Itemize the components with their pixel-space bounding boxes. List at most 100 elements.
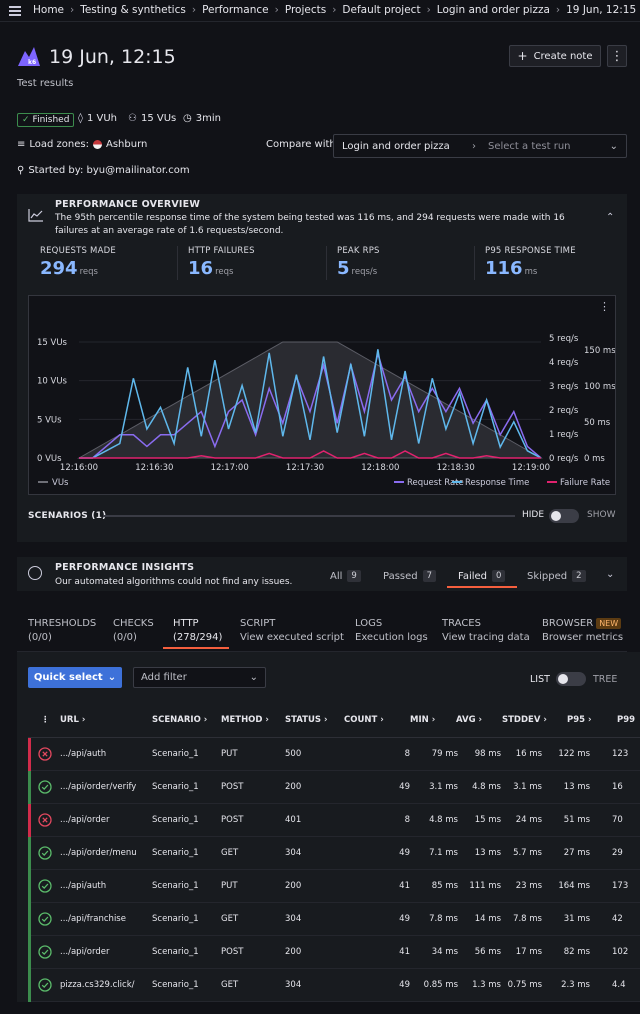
cell-p99: 42 bbox=[612, 914, 623, 924]
scenarios-divider bbox=[103, 515, 515, 517]
compare-select[interactable]: Login and order pizza › Select a test ru… bbox=[333, 134, 627, 158]
cell-url: pizza.cs329.click/ bbox=[60, 980, 135, 990]
tab-thresholds[interactable]: THRESHOLDS (0/0) bbox=[28, 617, 96, 645]
list-label: LIST bbox=[530, 674, 550, 685]
breadcrumb-testing[interactable]: Testing & synthetics bbox=[80, 4, 186, 16]
chart-menu-icon: ⋮ bbox=[599, 300, 610, 313]
insights-tab-all[interactable]: All 9 bbox=[330, 570, 361, 582]
table-row[interactable]: .../api/auth Scenario_1 PUT 200 41 85 ms 111 m… bbox=[28, 870, 640, 903]
table-row[interactable]: .../api/order Scenario_1 POST 401 8 4.8 ms 15 … bbox=[28, 804, 640, 837]
breadcrumb-test[interactable]: Login and order pizza bbox=[437, 4, 550, 16]
cell-method: POST bbox=[221, 815, 244, 825]
expand-chevron-icon[interactable]: ⌄ bbox=[606, 569, 614, 580]
compare-run-select[interactable]: Select a test run bbox=[488, 141, 571, 152]
cell-method: GET bbox=[221, 914, 239, 924]
error-circle-icon bbox=[38, 747, 52, 761]
insights-tab-passed[interactable]: Passed 7 bbox=[383, 570, 437, 582]
column-menu-icon[interactable]: ⋮ bbox=[41, 715, 50, 725]
col-p99[interactable]: P99 bbox=[617, 715, 635, 725]
table-row[interactable]: .../api/order Scenario_1 POST 200 41 34 ms 56 … bbox=[28, 936, 640, 969]
stat-p95: P95 RESPONSE TIME 116 ms bbox=[485, 246, 576, 279]
check-circle-icon bbox=[38, 879, 52, 893]
col-avg[interactable]: AVG › bbox=[456, 715, 482, 725]
tab-traces[interactable]: TRACES View tracing data bbox=[442, 617, 530, 645]
cell-method: POST bbox=[221, 947, 244, 957]
tab-http[interactable]: HTTP (278/294) bbox=[173, 617, 222, 645]
col-count[interactable]: COUNT › bbox=[344, 715, 384, 725]
users-icon: ⚇ bbox=[128, 113, 137, 124]
insights-tab-skipped[interactable]: Skipped 2 bbox=[527, 570, 586, 582]
tab-checks[interactable]: CHECKS (0/0) bbox=[113, 617, 154, 645]
scenarios-toggle[interactable] bbox=[549, 509, 579, 523]
check-circle-icon bbox=[38, 945, 52, 959]
chevron-down-icon: ⌄ bbox=[249, 672, 258, 683]
table-row[interactable]: .../api/auth Scenario_1 PUT 500 8 79 ms 98 ms 1… bbox=[28, 738, 640, 771]
table-row[interactable]: .../api/order/menu Scenario_1 GET 304 49 7.1 … bbox=[28, 837, 640, 870]
insights-tab-failed[interactable]: Failed 0 bbox=[458, 570, 506, 582]
y-rps-tick: 4 req/s bbox=[549, 358, 579, 368]
create-note-button[interactable]: + Create note bbox=[509, 45, 601, 67]
new-badge: NEW bbox=[596, 618, 622, 629]
cell-p95: 2.3 ms bbox=[561, 980, 590, 990]
tab-browser[interactable]: BROWSER NEW Browser metrics bbox=[542, 617, 623, 645]
cell-scenario: Scenario_1 bbox=[152, 815, 199, 825]
overview-title: PERFORMANCE OVERVIEW bbox=[55, 199, 201, 210]
vus-stat: ⚇ 15 VUs bbox=[128, 113, 177, 124]
x-tick: 12:16:00 bbox=[60, 463, 98, 473]
list-tree-toggle[interactable] bbox=[556, 672, 586, 686]
breadcrumb-projects[interactable]: Projects bbox=[285, 4, 326, 16]
table-row[interactable]: pizza.cs329.click/Scenario_1 GET 304 49 0.85… bbox=[28, 969, 640, 1002]
cell-min: 79 ms bbox=[431, 749, 458, 759]
started-by: ⚲ Started by: byu@mailinator.com bbox=[17, 165, 190, 176]
cell-stddev: 3.1 ms bbox=[513, 782, 542, 792]
cell-p95: 51 ms bbox=[563, 815, 590, 825]
compare-test-name[interactable]: Login and order pizza bbox=[334, 141, 472, 152]
col-p95[interactable]: P95 › bbox=[567, 715, 592, 725]
y-rps-tick: 1 req/s bbox=[549, 430, 579, 440]
table-row[interactable]: .../api/franchise Scenario_1 GET 304 49 7.8 m… bbox=[28, 903, 640, 936]
fire-icon: ◊ bbox=[78, 113, 83, 124]
table-row[interactable]: .../api/order/verify Scenario_1 POST 200 49 3… bbox=[28, 771, 640, 804]
legend-vus: VUs bbox=[52, 478, 69, 488]
y-ms-tick: 150 ms bbox=[584, 346, 615, 356]
tab-logs[interactable]: LOGS Execution logs bbox=[355, 617, 428, 645]
user-icon: ⚲ bbox=[17, 165, 25, 176]
col-status[interactable]: STATUS › bbox=[285, 715, 327, 725]
breadcrumb-performance[interactable]: Performance bbox=[202, 4, 269, 16]
legend-label: Response Time bbox=[465, 478, 529, 488]
scenarios-label: SCENARIOS (1) bbox=[28, 511, 107, 521]
cell-scenario: Scenario_1 bbox=[152, 782, 199, 792]
menu-icon[interactable] bbox=[9, 6, 21, 16]
cell-p99: 70 bbox=[612, 815, 623, 825]
chevron-down-icon: ⌄ bbox=[609, 140, 618, 152]
page-title: 19 Jun, 12:15 bbox=[49, 46, 176, 68]
cell-scenario: Scenario_1 bbox=[152, 980, 199, 990]
cell-p99: 123 bbox=[612, 749, 629, 759]
tab-script[interactable]: SCRIPT View executed script bbox=[240, 617, 344, 645]
more-options-button[interactable]: ⋮ bbox=[607, 45, 627, 67]
cell-count: 41 bbox=[399, 947, 410, 957]
col-url[interactable]: URL › bbox=[60, 715, 85, 725]
breadcrumb-home[interactable]: Home bbox=[33, 4, 64, 16]
cell-method: GET bbox=[221, 848, 239, 858]
col-scenario[interactable]: SCENARIO › bbox=[152, 715, 207, 725]
cell-min: 4.8 ms bbox=[429, 815, 458, 825]
col-method[interactable]: METHOD › bbox=[221, 715, 269, 725]
svg-text:k6: k6 bbox=[28, 59, 36, 66]
divider bbox=[326, 246, 327, 280]
breadcrumb-project[interactable]: Default project bbox=[342, 4, 420, 16]
check-circle-icon bbox=[38, 846, 52, 860]
cell-p99: 4.4 bbox=[612, 980, 626, 990]
overview-description: The 95th percentile response time of the… bbox=[55, 213, 565, 236]
row-status-bar bbox=[28, 738, 31, 771]
col-stddev[interactable]: STDDEV › bbox=[502, 715, 547, 725]
load-zones: ≡ Load zones: Ashburn bbox=[17, 139, 148, 150]
check-circle-icon bbox=[38, 912, 52, 926]
quick-select-button[interactable]: Quick select ⌄ bbox=[28, 667, 122, 688]
add-filter-select[interactable]: Add filter ⌄ bbox=[133, 667, 266, 688]
cell-p95: 82 ms bbox=[563, 947, 590, 957]
collapse-chevron-icon[interactable]: ⌃ bbox=[606, 212, 614, 223]
y-ms-tick: 50 ms bbox=[584, 418, 611, 428]
plus-icon: + bbox=[517, 49, 528, 63]
col-min[interactable]: MIN › bbox=[410, 715, 435, 725]
